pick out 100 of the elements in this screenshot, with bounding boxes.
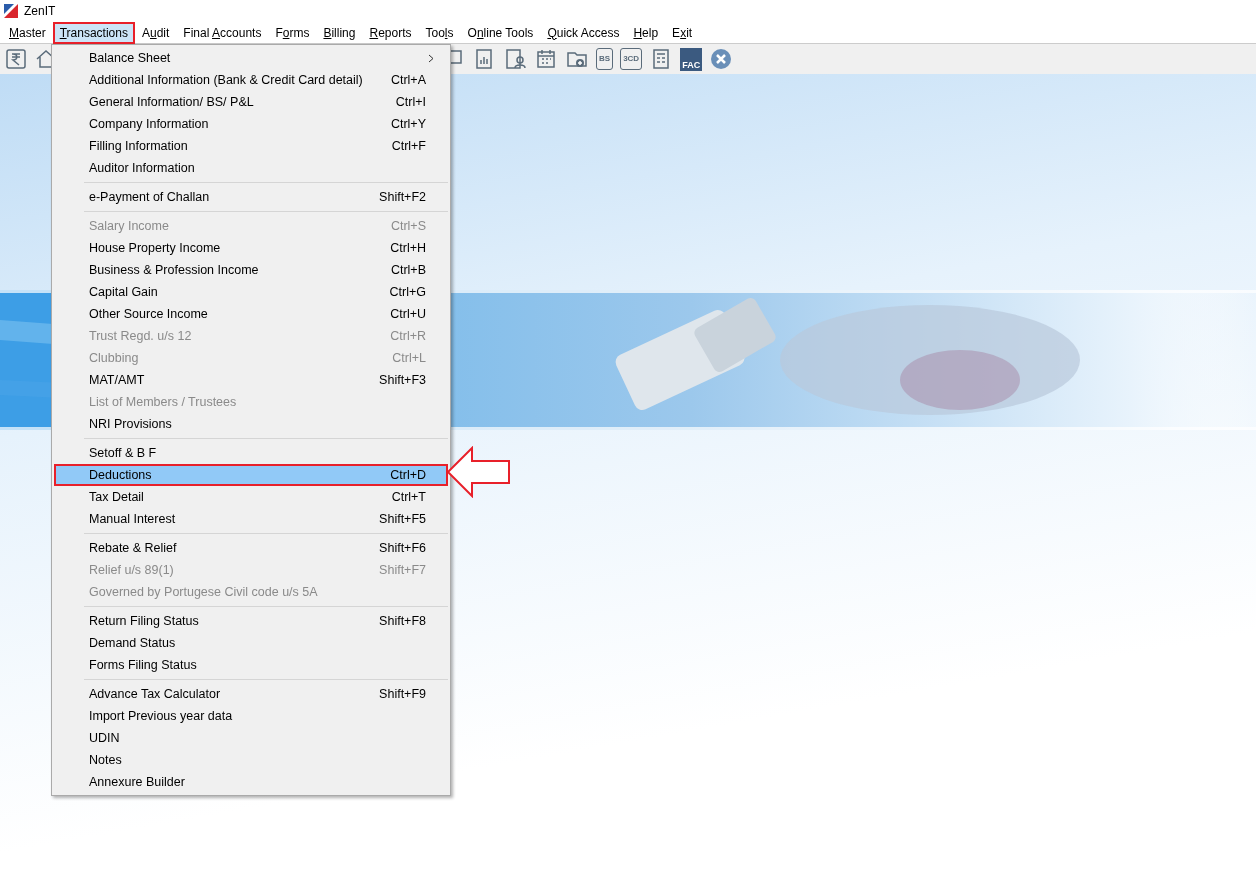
menu-item-label: Other Source Income <box>89 307 208 321</box>
shortcut-label: Shift+F5 <box>379 512 426 526</box>
rupee-icon[interactable] <box>4 47 28 71</box>
menu-item-label: Company Information <box>89 117 209 131</box>
menu-item[interactable]: Exit <box>665 21 700 44</box>
menu-item-label: List of Members / Trustees <box>89 395 237 409</box>
menu-item-label: Auditor Information <box>89 161 195 175</box>
menu-item-label: e-Payment of Challan <box>89 190 210 204</box>
menu-item-label: Business & Profession Income <box>89 263 259 277</box>
menu-item-label: General Information/ BS/ P&L <box>89 95 254 109</box>
shortcut-label: Shift+F9 <box>379 687 426 701</box>
menu-item[interactable]: Advance Tax Calculator Shift+F9 <box>54 683 448 705</box>
shortcut-label: Ctrl+H <box>390 241 426 255</box>
menu-item-label: Notes <box>89 753 122 767</box>
menu-item[interactable]: Online Tools <box>460 21 541 44</box>
shortcut-label: Shift+F7 <box>379 563 426 577</box>
window-title: ZenIT <box>24 4 56 18</box>
menu-item[interactable]: Final Accounts <box>176 21 269 44</box>
menu-item[interactable]: General Information/ BS/ P&L Ctrl+I <box>54 91 448 113</box>
menu-item[interactable]: Master <box>2 21 53 44</box>
menu-item-label: Capital Gain <box>89 285 158 299</box>
menu-item-label: Balance Sheet <box>89 51 171 65</box>
menu-item[interactable]: Quick Access <box>540 21 627 44</box>
menu-item[interactable]: Help <box>626 21 666 44</box>
menu-item[interactable]: Deductions Ctrl+D <box>54 464 448 486</box>
toolbar-button[interactable]: BS <box>596 48 614 70</box>
menu-item-label: Relief u/s 89(1) <box>89 563 174 577</box>
menu-item-label: Rebate & Relief <box>89 541 177 555</box>
shortcut-label: Shift+F6 <box>379 541 426 555</box>
menu-item[interactable]: Tools <box>418 21 461 44</box>
menu-item[interactable]: Company Information Ctrl+Y <box>54 113 448 135</box>
menu-item[interactable]: UDIN <box>54 727 448 749</box>
menu-item-label: Setoff & B F <box>89 446 157 460</box>
menu-item-label: Trust Regd. u/s 12 <box>89 329 192 343</box>
menu-item[interactable]: Additional Information (Bank & Credit Card detail) Ctrl+A <box>54 69 448 91</box>
toolbar-button[interactable]: 3CD <box>620 48 643 70</box>
shortcut-label: Ctrl+G <box>389 285 426 299</box>
menu-item[interactable]: Other Source Income Ctrl+U <box>54 303 448 325</box>
menu-item[interactable]: Rebate & Relief Shift+F6 <box>54 537 448 559</box>
shortcut-label: Shift+F8 <box>379 614 426 628</box>
shortcut-label: Ctrl+D <box>390 468 426 482</box>
shortcut-label: Ctrl+S <box>390 219 426 233</box>
menu-item-label: House Property Income <box>89 241 221 255</box>
menu-item-label: Filling Information <box>89 139 188 153</box>
shortcut-label: Ctrl+I <box>395 95 426 109</box>
menu-item[interactable]: MAT/AMT Shift+F3 <box>54 369 448 391</box>
menu-item-label: Demand Status <box>89 636 176 650</box>
menu-item[interactable]: Business & Profession Income Ctrl+B <box>54 259 448 281</box>
menu-item-label: Clubbing <box>89 351 139 365</box>
shortcut-label: Ctrl+A <box>390 73 426 87</box>
menu-item[interactable]: Audit <box>134 21 177 44</box>
menu-item-label: Return Filing Status <box>89 614 199 628</box>
menu-item-label: Salary Income <box>89 219 169 233</box>
menu-item-label: UDIN <box>89 731 120 745</box>
menu-item-label: Forms Filing Status <box>89 658 197 672</box>
shortcut-label: Shift+F2 <box>379 190 426 204</box>
menu-item[interactable]: Tax Detail Ctrl+T <box>54 486 448 508</box>
menu-item[interactable]: Forms Filing Status <box>54 654 448 676</box>
menu-item[interactable]: House Property Income Ctrl+H <box>54 237 448 259</box>
calendar-icon[interactable] <box>534 47 558 71</box>
menu-item[interactable]: Setoff & B F <box>54 442 448 464</box>
menu-item[interactable]: Demand Status <box>54 632 448 654</box>
shortcut-label: Ctrl+T <box>391 490 426 504</box>
pointer-arrow <box>446 446 512 498</box>
menu-item-label: Additional Information (Bank & Credit Card detail) <box>89 73 363 87</box>
shortcut-label: Ctrl+F <box>391 139 426 153</box>
menu-item[interactable]: Forms <box>268 21 317 44</box>
menu-item[interactable]: Transactions <box>52 21 135 44</box>
menu-item[interactable]: Auditor Information <box>54 157 448 179</box>
toolbar-button[interactable]: FAC <box>680 47 703 71</box>
menu-item[interactable]: Import Previous year data <box>54 705 448 727</box>
menu-item-label: MAT/AMT <box>89 373 145 387</box>
menu-item-label: Import Previous year data <box>89 709 233 723</box>
menu-item[interactable]: Balance Sheet <box>54 47 448 69</box>
close-icon[interactable] <box>709 47 734 71</box>
shortcut-label: Shift+F3 <box>379 373 426 387</box>
menu-item-label: NRI Provisions <box>89 417 172 431</box>
shortcut-label: Ctrl+R <box>390 329 426 343</box>
menu-item-label: Tax Detail <box>89 490 144 504</box>
menu-item[interactable]: Return Filing Status Shift+F8 <box>54 610 448 632</box>
menu-item[interactable]: e-Payment of Challan Shift+F2 <box>54 186 448 208</box>
menu-item-label: Advance Tax Calculator <box>89 687 221 701</box>
menu-item[interactable]: Filling Information Ctrl+F <box>54 135 448 157</box>
shortcut-label: Ctrl+Y <box>390 117 426 131</box>
app-logo-icon <box>4 4 18 18</box>
menu-item-label: Annexure Builder <box>89 775 185 789</box>
menu-item[interactable]: Annexure Builder <box>54 771 448 793</box>
user-document-icon[interactable] <box>503 47 527 71</box>
menu-item[interactable]: Billing <box>316 21 363 44</box>
shortcut-label: Ctrl+L <box>392 351 426 365</box>
shortcut-label: Ctrl+U <box>390 307 426 321</box>
menu-item[interactable]: Manual Interest Shift+F5 <box>54 508 448 530</box>
menu-item[interactable]: Notes <box>54 749 448 771</box>
menu-item[interactable]: Reports <box>362 21 419 44</box>
menu-item[interactable]: Capital Gain Ctrl+G <box>54 281 448 303</box>
shortcut-label: Ctrl+B <box>390 263 426 277</box>
menu-item-label: Deductions <box>89 468 152 482</box>
menu-item[interactable]: NRI Provisions <box>54 413 448 435</box>
menu-item-label: Manual Interest <box>89 512 176 526</box>
menu-item-label: Governed by Portugese Civil code u/s 5A <box>89 585 318 599</box>
